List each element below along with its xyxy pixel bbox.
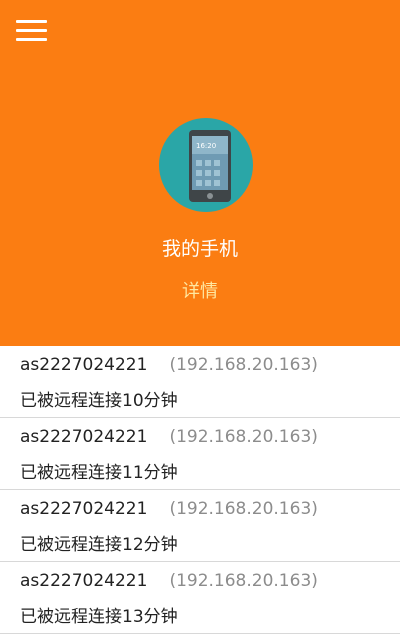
connection-row-top: as2227024221 (192.168.20.163) bbox=[20, 570, 318, 592]
menu-bar-top bbox=[16, 20, 47, 23]
connection-item[interactable]: as2227024221 (192.168.20.163) 已被远程连接12分钟 bbox=[0, 490, 400, 562]
connection-ip: (192.168.20.163) bbox=[169, 499, 318, 519]
phone-screen-time: 16:20 bbox=[196, 142, 216, 150]
tablet-phone-icon: 16:20 bbox=[189, 130, 231, 202]
connection-row-top: as2227024221 (192.168.20.163) bbox=[20, 426, 318, 448]
connection-name: as2227024221 bbox=[20, 355, 148, 375]
details-link[interactable]: 详情 bbox=[0, 279, 400, 305]
connection-ip: (192.168.20.163) bbox=[169, 427, 318, 447]
menu-bar-middle bbox=[16, 29, 47, 32]
connection-status: 已被远程连接10分钟 bbox=[20, 391, 178, 411]
connection-status: 已被远程连接11分钟 bbox=[20, 463, 178, 483]
menu-icon[interactable] bbox=[16, 16, 48, 44]
connection-name: as2227024221 bbox=[20, 499, 148, 519]
connection-row-top: as2227024221 (192.168.20.163) bbox=[20, 498, 318, 520]
connection-item[interactable]: as2227024221 (192.168.20.163) 已被远程连接11分钟 bbox=[0, 418, 400, 490]
profile-header: 16:20 我的手机 详情 bbox=[0, 0, 400, 346]
connection-status: 已被远程连接13分钟 bbox=[20, 607, 178, 627]
connection-ip: (192.168.20.163) bbox=[169, 571, 318, 591]
connection-row-top: as2227024221 (192.168.20.163) bbox=[20, 354, 318, 376]
connection-list: as2227024221 (192.168.20.163) 已被远程连接10分钟 … bbox=[0, 346, 400, 634]
connection-item[interactable]: as2227024221 (192.168.20.163) 已被远程连接13分钟 bbox=[0, 562, 400, 634]
connection-status: 已被远程连接12分钟 bbox=[20, 535, 178, 555]
connection-name: as2227024221 bbox=[20, 427, 148, 447]
connection-ip: (192.168.20.163) bbox=[169, 355, 318, 375]
device-title: 我的手机 bbox=[161, 238, 238, 260]
menu-bar-bottom bbox=[16, 38, 47, 41]
connection-item[interactable]: as2227024221 (192.168.20.163) 已被远程连接10分钟 bbox=[0, 346, 400, 418]
device-avatar: 16:20 bbox=[159, 118, 253, 212]
connection-name: as2227024221 bbox=[20, 571, 148, 591]
